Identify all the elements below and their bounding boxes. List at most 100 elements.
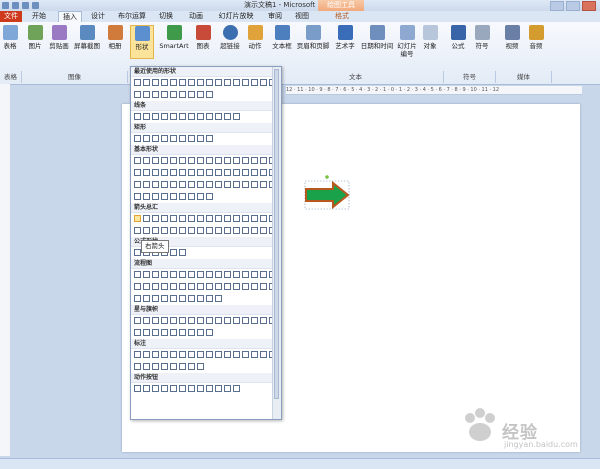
slide-number-button[interactable]: 幻灯片编号 — [396, 25, 418, 58]
shape-thumbnail-icon[interactable] — [161, 295, 168, 302]
tab-view[interactable]: 视图 — [291, 11, 313, 22]
shape-thumbnail-icon[interactable] — [206, 135, 213, 142]
shape-thumbnail-icon[interactable] — [143, 135, 150, 142]
shape-thumbnail-icon[interactable] — [161, 215, 168, 222]
shape-thumbnail-icon[interactable] — [260, 181, 267, 188]
shape-thumbnail-icon[interactable] — [134, 135, 141, 142]
shape-thumbnail-icon[interactable] — [143, 181, 150, 188]
shape-thumbnail-icon[interactable] — [260, 169, 267, 176]
shape-thumbnail-icon[interactable] — [152, 135, 159, 142]
shape-thumbnail-icon[interactable] — [170, 113, 177, 120]
shape-thumbnail-icon[interactable] — [197, 193, 204, 200]
shape-thumbnail-icon[interactable] — [170, 317, 177, 324]
shape-thumbnail-icon[interactable] — [170, 91, 177, 98]
shape-thumbnail-icon[interactable] — [260, 227, 267, 234]
table-button[interactable]: 表格 — [0, 25, 20, 50]
shape-thumbnail-icon[interactable] — [215, 271, 222, 278]
shape-thumbnail-icon[interactable] — [143, 351, 150, 358]
shape-thumbnail-icon[interactable] — [206, 351, 213, 358]
shape-thumbnail-icon[interactable] — [170, 157, 177, 164]
shape-thumbnail-icon[interactable] — [152, 317, 159, 324]
screenshot-button[interactable]: 屏幕截图 — [72, 25, 102, 50]
shape-thumbnail-icon[interactable] — [134, 113, 141, 120]
shape-thumbnail-icon[interactable] — [251, 157, 258, 164]
shape-thumbnail-icon[interactable] — [179, 351, 186, 358]
tab-review[interactable]: 审阅 — [264, 11, 286, 22]
shape-thumbnail-icon[interactable] — [188, 329, 195, 336]
shape-thumbnail-icon[interactable] — [188, 271, 195, 278]
shape-thumbnail-icon[interactable] — [215, 385, 222, 392]
shape-thumbnail-icon[interactable] — [143, 215, 150, 222]
datetime-button[interactable]: 日期和时间 — [360, 25, 394, 50]
shape-thumbnail-icon[interactable] — [251, 227, 258, 234]
shape-thumbnail-icon[interactable] — [206, 157, 213, 164]
shape-thumbnail-icon[interactable] — [242, 351, 249, 358]
shape-thumbnail-icon[interactable] — [197, 227, 204, 234]
shape-thumbnail-icon[interactable] — [179, 113, 186, 120]
shape-thumbnail-icon[interactable] — [170, 227, 177, 234]
shape-thumbnail-icon[interactable] — [206, 317, 213, 324]
header-footer-button[interactable]: 页眉和页脚 — [296, 25, 330, 50]
shape-thumbnail-icon[interactable] — [233, 317, 240, 324]
video-button[interactable]: 视频 — [502, 25, 522, 50]
shape-thumbnail-icon[interactable] — [170, 295, 177, 302]
shape-thumbnail-icon[interactable] — [179, 79, 186, 86]
shape-thumbnail-icon[interactable] — [134, 91, 141, 98]
shape-thumbnail-icon[interactable] — [224, 271, 231, 278]
shape-thumbnail-icon[interactable] — [143, 157, 150, 164]
close-button[interactable] — [582, 1, 596, 11]
shape-thumbnail-icon[interactable] — [197, 385, 204, 392]
shape-thumbnail-icon[interactable] — [143, 283, 150, 290]
shape-thumbnail-icon[interactable] — [188, 157, 195, 164]
shape-thumbnail-icon[interactable] — [161, 169, 168, 176]
shape-thumbnail-icon[interactable] — [251, 351, 258, 358]
wordart-button[interactable]: 艺术字 — [333, 25, 357, 50]
shape-thumbnail-icon[interactable] — [152, 385, 159, 392]
shape-thumbnail-icon[interactable] — [233, 113, 240, 120]
shape-thumbnail-icon[interactable] — [179, 215, 186, 222]
shape-thumbnail-icon[interactable] — [215, 317, 222, 324]
shape-thumbnail-icon[interactable] — [134, 181, 141, 188]
shape-thumbnail-icon[interactable] — [152, 351, 159, 358]
tab-slideshow[interactable]: 幻灯片放映 — [214, 11, 258, 22]
shape-thumbnail-icon[interactable] — [215, 181, 222, 188]
shape-thumbnail-icon[interactable] — [143, 113, 150, 120]
shape-thumbnail-icon[interactable] — [251, 181, 258, 188]
shape-thumbnail-icon[interactable] — [197, 295, 204, 302]
shape-thumbnail-icon[interactable] — [188, 169, 195, 176]
shape-thumbnail-icon[interactable] — [197, 157, 204, 164]
shape-thumbnail-icon[interactable] — [179, 193, 186, 200]
shape-thumbnail-icon[interactable] — [251, 215, 258, 222]
shape-thumbnail-icon[interactable] — [215, 283, 222, 290]
shape-thumbnail-icon[interactable] — [215, 157, 222, 164]
gallery-scrollbar[interactable] — [272, 67, 281, 419]
shape-thumbnail-icon[interactable] — [242, 157, 249, 164]
shape-thumbnail-icon[interactable] — [170, 271, 177, 278]
shape-thumbnail-icon[interactable] — [206, 295, 213, 302]
shape-thumbnail-icon[interactable] — [233, 181, 240, 188]
shape-thumbnail-icon[interactable] — [170, 283, 177, 290]
shape-thumbnail-icon[interactable] — [242, 215, 249, 222]
right-arrow-icon[interactable] — [303, 175, 351, 211]
shape-thumbnail-icon[interactable] — [215, 227, 222, 234]
tab-design[interactable]: 设计 — [87, 11, 109, 22]
shape-thumbnail-icon[interactable] — [188, 363, 195, 370]
shape-thumbnail-icon[interactable] — [224, 181, 231, 188]
shape-thumbnail-icon[interactable] — [197, 135, 204, 142]
shape-thumbnail-icon[interactable] — [179, 157, 186, 164]
shape-thumbnail-icon[interactable] — [134, 295, 141, 302]
shape-thumbnail-icon[interactable] — [179, 295, 186, 302]
shape-thumbnail-icon[interactable] — [242, 227, 249, 234]
shape-thumbnail-icon[interactable] — [206, 329, 213, 336]
shape-thumbnail-icon[interactable] — [170, 193, 177, 200]
shape-thumbnail-icon[interactable] — [143, 385, 150, 392]
shape-thumbnail-icon[interactable] — [215, 295, 222, 302]
shape-thumbnail-icon[interactable] — [197, 329, 204, 336]
shape-thumbnail-icon[interactable] — [206, 271, 213, 278]
shape-thumbnail-icon[interactable] — [197, 363, 204, 370]
shape-thumbnail-icon[interactable] — [179, 91, 186, 98]
shape-thumbnail-icon[interactable] — [134, 169, 141, 176]
shape-thumbnail-icon[interactable] — [152, 283, 159, 290]
shape-thumbnail-icon[interactable] — [152, 91, 159, 98]
shape-thumbnail-icon[interactable] — [161, 227, 168, 234]
